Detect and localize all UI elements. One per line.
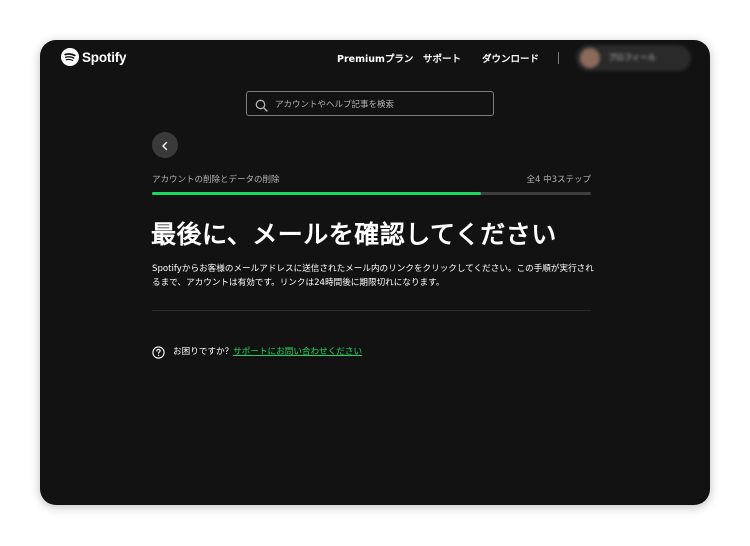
progress-bar-fill — [152, 192, 482, 195]
profile-name: プロフィール — [608, 53, 656, 62]
avatar — [580, 48, 600, 68]
search-icon — [255, 97, 268, 116]
spotify-logo[interactable]: Spotify — [61, 48, 127, 66]
back-button[interactable] — [152, 132, 178, 158]
flow-title: アカウントの削除とデータの削除 — [152, 175, 280, 185]
logo-text: Spotify — [82, 49, 127, 65]
top-nav: Spotify Premiumプラン サポート ダウンロード プロフィール — [40, 40, 710, 76]
search-box — [246, 91, 494, 116]
chevron-left-icon — [160, 136, 170, 155]
nav-divider — [558, 52, 559, 64]
help-prefix: お困りですか？ — [173, 347, 234, 357]
profile-menu-button[interactable]: プロフィール — [576, 45, 691, 71]
page-title: 最後に、メールを確認してください — [151, 220, 557, 249]
app-window: Spotify Premiumプラン サポート ダウンロード プロフィール アカ… — [40, 40, 710, 505]
question-circle-icon — [152, 344, 165, 363]
help-text: お困りですか？サポートにお問い合わせください — [173, 345, 362, 357]
page-description: Spotifyからお客様のメールアドレスに送信されたメール内のリンクをクリックし… — [152, 264, 594, 288]
spotify-logo-icon — [61, 48, 79, 66]
step-counter: 全4 中3ステップ — [526, 175, 591, 185]
search-input[interactable] — [273, 94, 492, 115]
contact-support-link[interactable]: サポートにお問い合わせください — [233, 347, 362, 357]
progress-bar — [152, 192, 591, 195]
section-divider — [152, 310, 591, 311]
nav-support-link[interactable]: サポート — [423, 51, 461, 65]
nav-premium-link[interactable]: Premiumプラン — [337, 51, 413, 65]
nav-download-link[interactable]: ダウンロード — [482, 51, 539, 65]
